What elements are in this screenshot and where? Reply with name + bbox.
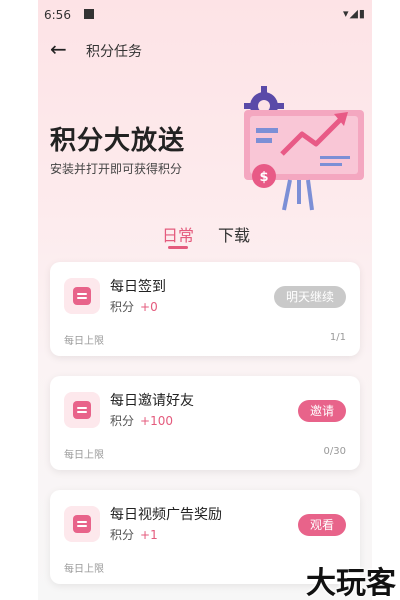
watermark-logo: 大玩客	[306, 566, 396, 600]
signal-battery-icon: ▾◢▮	[342, 7, 366, 20]
points-label: 积分	[110, 528, 135, 542]
daily-limit-label: 每日上限	[64, 450, 104, 461]
active-tab-indicator	[168, 246, 188, 249]
points-label: 积分	[110, 300, 135, 314]
notification-icon	[84, 9, 94, 19]
task-card: 每日邀请好友 积分 +100 邀请 每日上限 0/30	[50, 376, 360, 470]
points-value: +0	[140, 300, 158, 314]
status-time: 6:56	[44, 8, 71, 22]
task-points: 积分 +0	[110, 298, 158, 315]
task-doc-icon	[64, 392, 100, 428]
promo-illustration: $	[244, 86, 364, 211]
task-doc-icon	[64, 506, 100, 542]
points-label: 积分	[110, 414, 135, 428]
tab-daily[interactable]: 日常	[162, 222, 194, 246]
app-screen: 6:56 ▾◢▮ ← 积分任务 积分大放送 安装并打开即可获得积分 $ 日常 下…	[38, 0, 372, 600]
continue-tomorrow-button[interactable]: 明天继续	[273, 286, 346, 308]
svg-text:$: $	[259, 170, 268, 185]
watch-button[interactable]: 观看	[297, 514, 346, 536]
hero-title: 积分大放送	[50, 126, 186, 156]
back-arrow-icon[interactable]: ←	[50, 38, 74, 60]
task-doc-icon	[64, 278, 100, 314]
status-bar: 6:56 ▾◢▮	[38, 0, 372, 30]
daily-limit-label: 每日上限	[64, 336, 104, 347]
task-points: 积分 +100	[110, 412, 173, 429]
points-value: +100	[140, 414, 173, 428]
invite-button[interactable]: 邀请	[297, 400, 346, 422]
points-value: +1	[140, 528, 158, 542]
daily-limit-label: 每日上限	[64, 564, 104, 575]
tab-bar: 日常 下载	[38, 222, 372, 252]
task-progress: 1/1	[329, 332, 346, 343]
task-points: 积分 +1	[110, 526, 158, 543]
page-title: 积分任务	[86, 44, 142, 60]
task-name: 每日邀请好友	[110, 393, 194, 409]
top-bar: ← 积分任务	[38, 36, 372, 64]
tab-download[interactable]: 下载	[218, 222, 250, 246]
task-name: 每日签到	[110, 279, 166, 295]
task-card: 每日签到 积分 +0 明天继续 每日上限 1/1	[50, 262, 360, 356]
task-progress: 0/30	[323, 446, 346, 457]
hero-subtitle: 安装并打开即可获得积分	[50, 162, 183, 176]
task-name: 每日视频广告奖励	[110, 507, 222, 523]
